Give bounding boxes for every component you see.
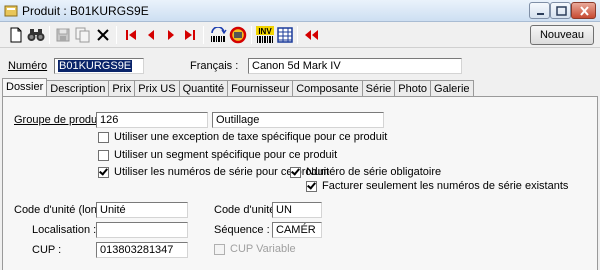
- tab-prix[interactable]: Prix: [108, 80, 136, 96]
- maximize-button[interactable]: [550, 2, 571, 19]
- groupe-name-input[interactable]: Outillage: [212, 112, 384, 128]
- tab-composante[interactable]: Composante: [292, 80, 363, 96]
- rewind-icon: [305, 30, 318, 40]
- minimize-button[interactable]: [529, 2, 550, 19]
- first-record-button[interactable]: [121, 25, 141, 45]
- inventory-button[interactable]: INV: [255, 25, 275, 45]
- taxe-checkbox-box[interactable]: [98, 131, 109, 143]
- tab-photo[interactable]: Photo: [394, 80, 432, 96]
- sequence-label: Séquence :: [214, 224, 270, 236]
- cup-input[interactable]: 013803281347: [96, 242, 188, 258]
- tab-prix-us[interactable]: Prix US: [134, 80, 180, 96]
- scan-icon: [211, 27, 227, 42]
- close-icon: [580, 6, 589, 16]
- rewind-button[interactable]: [301, 25, 321, 45]
- copy-button[interactable]: [73, 25, 93, 45]
- taxe-checkbox-label: Utiliser une exception de taxe spécifiqu…: [114, 131, 388, 143]
- cup-label: CUP :: [32, 244, 62, 256]
- toolbar: INV Nouveau: [0, 22, 600, 48]
- grid-button[interactable]: [275, 25, 295, 45]
- cup-variable-checkbox-box: [214, 243, 225, 255]
- maximize-icon: [556, 6, 567, 16]
- code-unite-input[interactable]: UN: [272, 202, 322, 218]
- tab-strip: Dossier Description Prix Prix US Quantit…: [2, 78, 474, 96]
- delete-button[interactable]: [93, 25, 113, 45]
- groupe-code-input[interactable]: 126: [96, 112, 208, 128]
- grid-icon: [277, 27, 293, 43]
- segment-checkbox-label: Utiliser un segment spécifique pour ce p…: [114, 149, 338, 161]
- previous-record-icon: [148, 30, 154, 40]
- save-button[interactable]: [53, 25, 73, 45]
- save-icon: [56, 28, 70, 42]
- facturer-checkbox[interactable]: Facturer seulement les numéros de série …: [306, 180, 568, 192]
- sequence-input[interactable]: CAMÉR: [272, 222, 322, 238]
- serie-checkbox-box[interactable]: [98, 166, 109, 178]
- serie-obligatoire-checkbox-box[interactable]: [290, 166, 301, 178]
- tab-quantite[interactable]: Quantité: [178, 80, 229, 96]
- facturer-checkbox-box[interactable]: [306, 180, 317, 192]
- nouveau-button[interactable]: Nouveau: [530, 25, 594, 45]
- title-bar: Produit : B01KURGS9E: [0, 0, 600, 22]
- search-button[interactable]: [26, 25, 46, 45]
- app-icon: [4, 5, 18, 17]
- inventory-label: INV: [258, 27, 272, 36]
- binoculars-search-icon: [27, 29, 45, 41]
- next-record-button[interactable]: [161, 25, 181, 45]
- localisation-label: Localisation :: [32, 224, 97, 236]
- window-title: Produit : B01KURGS9E: [22, 4, 149, 18]
- tab-dossier[interactable]: Dossier: [2, 78, 48, 96]
- tab-description[interactable]: Description: [46, 80, 110, 96]
- last-record-button[interactable]: [180, 25, 200, 45]
- reset-button[interactable]: [228, 25, 248, 45]
- code-unite-long-input[interactable]: Unité: [96, 202, 188, 218]
- next-record-icon: [168, 30, 174, 40]
- delete-icon: [97, 29, 109, 41]
- serie-obligatoire-checkbox-label: Numéro de série obligatoire: [306, 166, 442, 178]
- francais-input[interactable]: Canon 5d Mark IV: [248, 58, 462, 74]
- tab-serie[interactable]: Série: [361, 80, 396, 96]
- tab-fournisseur[interactable]: Fournisseur: [227, 80, 294, 96]
- cup-variable-checkbox: CUP Variable: [214, 243, 296, 255]
- copy-icon: [75, 27, 90, 43]
- numero-input[interactable]: B01KURGS9E: [54, 58, 144, 74]
- tab-galerie[interactable]: Galerie: [430, 80, 474, 96]
- close-button[interactable]: [571, 2, 596, 19]
- numero-value: B01KURGS9E: [58, 60, 133, 72]
- previous-record-button[interactable]: [141, 25, 161, 45]
- serie-obligatoire-checkbox[interactable]: Numéro de série obligatoire: [290, 166, 441, 178]
- first-record-icon: [126, 30, 136, 40]
- inventory-icon: INV: [256, 26, 274, 43]
- segment-checkbox-box[interactable]: [98, 149, 109, 161]
- last-record-icon: [185, 30, 195, 40]
- reset-icon: [229, 26, 247, 44]
- scan-button[interactable]: [208, 25, 228, 45]
- francais-label: Français :: [190, 60, 239, 72]
- taxe-checkbox[interactable]: Utiliser une exception de taxe spécifiqu…: [98, 131, 387, 143]
- minimize-icon: [537, 13, 544, 15]
- localisation-input[interactable]: [96, 222, 188, 238]
- cup-variable-label: CUP Variable: [230, 243, 296, 255]
- new-document-icon: [10, 27, 22, 43]
- segment-checkbox[interactable]: Utiliser un segment spécifique pour ce p…: [98, 149, 337, 161]
- new-document-button[interactable]: [6, 25, 26, 45]
- facturer-checkbox-label: Facturer seulement les numéros de série …: [322, 180, 569, 192]
